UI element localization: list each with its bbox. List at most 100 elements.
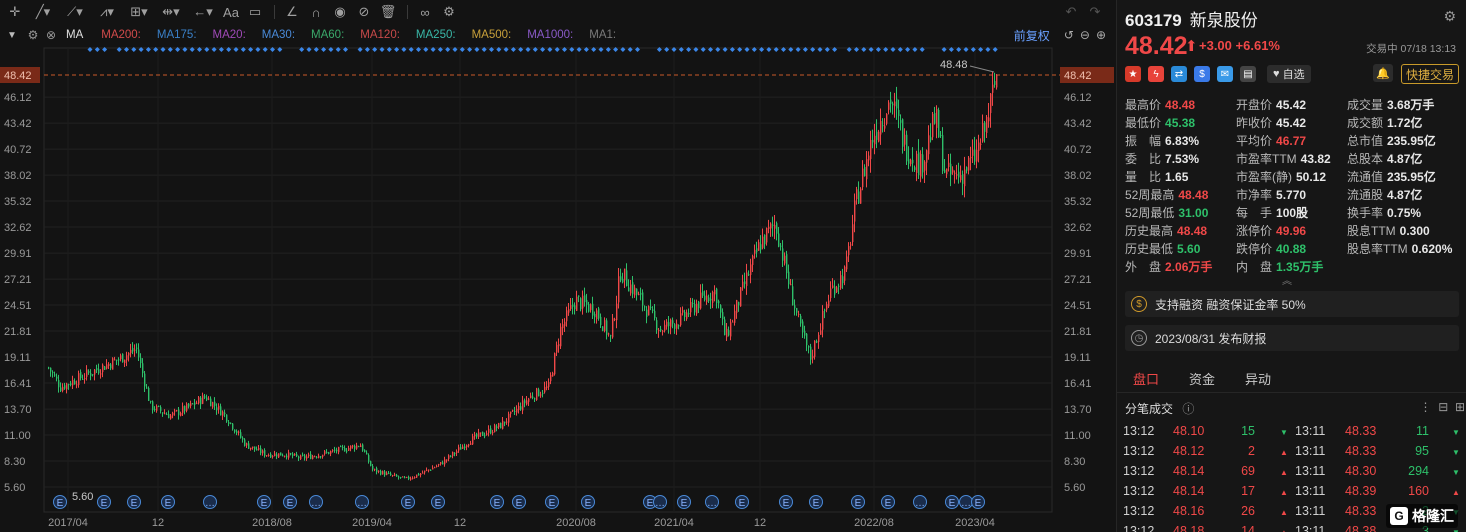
line-tool-icon[interactable]: ╱▾ [28, 2, 58, 22]
ma-legend-item[interactable]: MA250: [416, 29, 456, 41]
eye-icon[interactable]: ◉ [329, 2, 351, 22]
up-candle [486, 433, 488, 435]
tab-orderbook[interactable]: 盘口 [1133, 369, 1159, 388]
up-candle [300, 455, 302, 460]
down-candle [534, 398, 536, 400]
ma-legend-item[interactable]: MA60: [311, 29, 344, 41]
expand-icon[interactable]: ⊞ [1455, 400, 1465, 414]
earnings-event-icon: E [131, 498, 138, 509]
ma-legend-item[interactable]: MA175: [157, 29, 197, 41]
y-tick-label-left: 46.12 [4, 92, 32, 104]
clock-icon: ◷ [1131, 330, 1147, 346]
zoom-out-icon[interactable]: ⊖ [1080, 28, 1090, 42]
wave-tool-icon[interactable]: ⩘▾ [92, 2, 122, 22]
grid-view-icon[interactable]: ⊟ [1438, 400, 1448, 414]
up-candle [472, 436, 474, 445]
up-candle [946, 168, 948, 175]
ma-legend-item[interactable]: MA1: [589, 29, 616, 41]
up-candle [222, 411, 224, 416]
compare-icon[interactable]: ∞ [414, 2, 436, 22]
down-candle [304, 455, 306, 459]
down-candle [430, 469, 432, 471]
ma-legend-item[interactable]: MA200: [101, 29, 141, 41]
add-watchlist-button[interactable]: ♥ 自选 [1267, 65, 1311, 83]
up-candle [338, 447, 340, 453]
up-candle [438, 464, 440, 466]
redo-icon[interactable]: ↷ [1084, 2, 1106, 22]
text-tool-icon[interactable]: Aa [220, 2, 242, 22]
indicator-settings-icon[interactable]: ⚙ [24, 28, 42, 42]
kline-chart-panel[interactable]: 46.12 46.12 43.42 43.42 40.72 40.72 38.02 38.02… [0, 0, 1116, 532]
tab-capital-flow[interactable]: 资金 [1189, 369, 1215, 388]
ma-legend-item[interactable]: MA30: [262, 29, 295, 41]
document-icon[interactable]: ▤ [1240, 66, 1256, 82]
y-tick-label-left: 40.72 [4, 144, 32, 156]
measure-tool-icon[interactable]: ⇹▾ [156, 2, 186, 22]
undo-icon[interactable]: ↶ [1060, 2, 1082, 22]
down-candle [372, 466, 374, 470]
up-candle [826, 304, 828, 310]
kline-chart-canvas[interactable]: 46.12 46.12 43.42 43.42 40.72 40.72 38.02 38.02… [0, 0, 1116, 532]
ma-legend-item[interactable]: MA20: [213, 29, 246, 41]
trash-icon[interactable]: 🗑 [377, 2, 399, 22]
crosshair-icon[interactable]: ✛ [4, 2, 26, 22]
earnings-notice[interactable]: ◷ 2023/08/31 发布财报 [1125, 325, 1459, 351]
tick-time: 13:11 [1295, 444, 1326, 458]
x-tick-label: 12 [454, 517, 466, 529]
up-candle [828, 300, 830, 307]
magnet-icon[interactable]: ∩ [305, 2, 327, 22]
down-candle [328, 452, 330, 454]
up-candle [452, 451, 454, 456]
more-icon[interactable]: ⋮ [1420, 400, 1432, 414]
fib-tool-icon[interactable]: ⊞▾ [124, 2, 154, 22]
arrow-tool-icon[interactable]: ←▾ [188, 2, 218, 22]
indicator-name[interactable]: MA [66, 29, 83, 41]
polyline-tool-icon[interactable]: ⟋▾ [60, 2, 90, 22]
zoom-in-icon[interactable]: ⊕ [1096, 28, 1106, 42]
tick-trades-title: 分笔成交 [1125, 402, 1174, 416]
down-candle [118, 359, 120, 361]
tick-time: 13:11 [1295, 484, 1326, 498]
tick-row: 13:12 48.12 2 ▲ 13:11 48.33 95 ▼ [1117, 442, 1466, 462]
ma-legend-item[interactable]: MA1000: [527, 29, 573, 41]
x-tick-label: 2017/04 [48, 517, 88, 529]
ma-legend-item[interactable]: MA500: [472, 29, 512, 41]
bell-icon[interactable]: 🔔 [1373, 64, 1393, 82]
stat-value: 235.95亿 [1387, 170, 1436, 184]
stat-value: 1.72亿 [1387, 116, 1423, 130]
chat-icon[interactable]: ✉ [1217, 66, 1233, 82]
down-candle [728, 330, 730, 336]
quick-trade-button[interactable]: 快捷交易 [1401, 64, 1460, 84]
settings-icon[interactable]: ⚙ [438, 2, 460, 22]
info-icon[interactable]: ⓘ [1182, 402, 1194, 416]
comment-tool-icon[interactable]: ▭ [244, 2, 266, 22]
panel-settings-icon[interactable]: ⚙ [1443, 8, 1456, 25]
collapse-icon[interactable]: ▼ [0, 30, 24, 41]
price-adjust-button[interactable]: 前复权 [1014, 27, 1050, 44]
up-candle [128, 352, 130, 356]
down-candle [892, 103, 894, 106]
connect-icon[interactable]: ⇄ [1171, 66, 1187, 82]
stat-cell: 跌停价 40.88 [1236, 240, 1306, 257]
expand-stats-icon[interactable]: ︽ [1282, 272, 1292, 287]
angle-tool-icon[interactable]: ∠ [281, 2, 303, 22]
margin-notice[interactable]: $ 支持融资 融资保证金率 50% [1125, 291, 1459, 317]
hide-icon[interactable]: ⊘ [353, 2, 375, 22]
up-candle [278, 453, 280, 458]
down-candle [340, 446, 342, 448]
stat-label: 成交额 [1347, 116, 1384, 130]
earnings-event-icon: E [855, 498, 862, 509]
china-flag-icon[interactable]: ★ [1125, 66, 1141, 82]
ma-legend-item[interactable]: MA120: [360, 29, 400, 41]
up-candle [360, 445, 362, 448]
down-candle [702, 291, 704, 296]
close-indicator-icon[interactable]: ⊗ [42, 28, 60, 42]
tab-alerts[interactable]: 异动 [1245, 369, 1271, 388]
stat-value: 5.60 [1177, 242, 1201, 256]
stat-value: 0.620% [1411, 242, 1453, 256]
reset-icon[interactable]: ↺ [1064, 28, 1074, 42]
stock-name: 新泉股份 [1189, 11, 1258, 30]
last-price: 48.42 [1125, 32, 1188, 60]
lightning-icon[interactable]: ϟ [1148, 66, 1164, 82]
dollar-icon[interactable]: $ [1194, 66, 1210, 82]
